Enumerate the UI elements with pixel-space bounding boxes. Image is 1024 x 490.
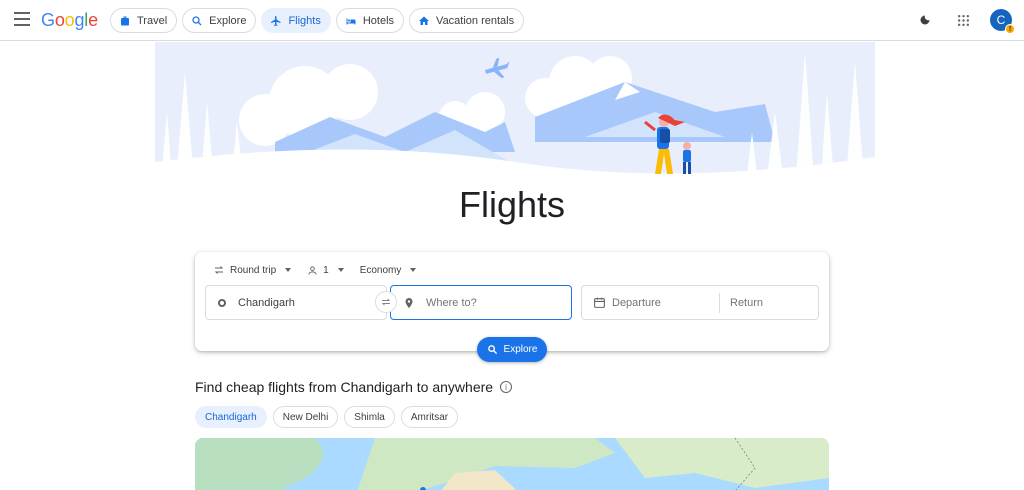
origin-chip-new-delhi[interactable]: New Delhi: [272, 406, 339, 428]
origin-field[interactable]: Chandigarh: [205, 285, 387, 320]
account-alert-icon: !: [1005, 24, 1015, 34]
dark-mode-icon[interactable]: [914, 9, 936, 31]
travel-nav-tabs: Travel Explore Flights Hotels Vacation r…: [110, 8, 525, 33]
tab-vacation-rentals-label: Vacation rentals: [436, 14, 515, 27]
tab-travel-label: Travel: [137, 14, 168, 27]
search-options: Round trip 1 Economy: [209, 261, 420, 279]
departure-placeholder[interactable]: Departure: [612, 297, 661, 309]
house-icon: [419, 16, 430, 25]
tab-hotels[interactable]: Hotels: [335, 8, 405, 33]
person-icon: [308, 265, 317, 275]
swap-origin-destination-button[interactable]: [375, 291, 397, 313]
origin-circle-icon: [218, 298, 226, 307]
header-actions: C !: [914, 9, 1015, 34]
destination-field[interactable]: Where to?: [390, 285, 572, 320]
main-menu-icon[interactable]: [14, 12, 30, 26]
suitcase-icon: [121, 16, 129, 25]
date-divider: [719, 292, 720, 313]
calendar-icon: [594, 297, 605, 308]
destination-placeholder: Where to?: [426, 296, 477, 309]
chevron-down-icon: [285, 268, 292, 272]
location-pin-icon: [405, 297, 413, 308]
explore-button[interactable]: Explore: [477, 337, 547, 362]
cheap-flights-heading: Find cheap flights from Chandigarh to an…: [195, 379, 513, 395]
apps-grid-icon[interactable]: [952, 9, 974, 31]
trip-type-label: Round trip: [230, 264, 277, 276]
date-range-field[interactable]: Departure Return: [581, 285, 819, 320]
tab-explore-label: Explore: [209, 14, 247, 27]
chevron-down-icon: [337, 268, 344, 272]
origin-chip-shimla[interactable]: Shimla: [344, 406, 395, 428]
swap-icon: [381, 298, 391, 306]
passengers-count: 1: [323, 264, 329, 276]
passengers-select[interactable]: 1: [303, 261, 348, 279]
return-placeholder[interactable]: Return: [730, 297, 818, 309]
explore-button-label: Explore: [503, 344, 538, 355]
origin-chip-chandigarh[interactable]: Chandigarh: [195, 406, 267, 428]
swap-arrows-icon: [214, 266, 224, 274]
tab-hotels-label: Hotels: [362, 14, 395, 27]
avatar-initial: C: [996, 13, 1006, 27]
cheap-flights-title: Find cheap flights from Chandigarh to an…: [195, 379, 494, 395]
tab-vacation-rentals[interactable]: Vacation rentals: [409, 8, 525, 33]
chevron-down-icon: [410, 268, 417, 272]
cabin-class-select[interactable]: Economy: [356, 261, 421, 279]
page-title: Flights: [458, 184, 566, 225]
trip-type-select[interactable]: Round trip: [209, 261, 295, 279]
search-icon: [487, 345, 497, 355]
top-app-bar: Google Travel Explore Flights Hotels Vac…: [0, 0, 1024, 41]
info-icon[interactable]: i: [500, 381, 513, 393]
google-logo[interactable]: Google: [41, 10, 98, 31]
destinations-map[interactable]: [195, 438, 829, 490]
origin-value: Chandigarh: [238, 296, 295, 309]
tab-explore[interactable]: Explore: [182, 8, 257, 33]
tab-flights-label: Flights: [288, 14, 321, 27]
tab-flights[interactable]: Flights: [261, 8, 331, 33]
tab-travel[interactable]: Travel: [110, 8, 178, 33]
airplane-icon: [271, 15, 281, 26]
hero-illustration: [155, 42, 875, 192]
origin-chip-amritsar[interactable]: Amritsar: [400, 406, 459, 428]
origin-chips: Chandigarh New Delhi Shimla Amritsar: [195, 406, 459, 428]
cabin-class-label: Economy: [359, 264, 402, 276]
bed-icon: [346, 18, 356, 24]
explore-icon: [192, 15, 202, 25]
account-avatar[interactable]: C !: [990, 9, 1015, 34]
